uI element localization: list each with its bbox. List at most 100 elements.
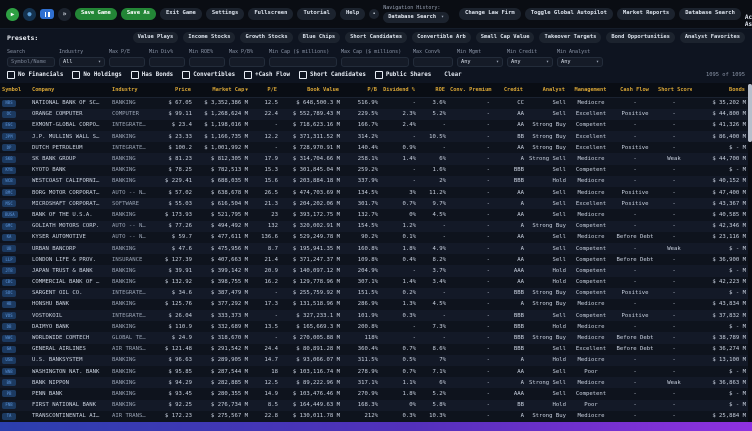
preset-button[interactable]: Short Candidates	[345, 32, 407, 43]
column-header[interactable]: Conv. Premium	[448, 87, 492, 93]
top-action-button[interactable]: Change Law Firm	[459, 8, 521, 21]
symbol-badge[interactable]: BMC	[2, 189, 16, 196]
table-row[interactable]: CBC COMMERCIAL BANK OF … BANKING $ 132.9…	[0, 277, 748, 288]
filter-input[interactable]	[341, 57, 409, 67]
menu-button[interactable]: Help	[340, 8, 365, 21]
table-row[interactable]: OC ORANGE COMPUTER COMPUTER $ 99.11 $ 1,…	[0, 109, 748, 120]
top-action-button[interactable]: Market Reports	[617, 8, 675, 21]
table-row[interactable]: BN BANK NIPPON BANKING $ 94.29 $ 282,885…	[0, 377, 748, 388]
symbol-badge[interactable]: WWC	[2, 335, 16, 342]
symbol-badge[interactable]: WCB	[2, 178, 16, 185]
filter-input[interactable]	[269, 57, 337, 67]
column-header[interactable]: P/B	[342, 87, 380, 93]
table-row[interactable]: BUSA BANK OF THE U.S.A. BANKING $ 173.93…	[0, 209, 748, 220]
table-row[interactable]: WNB WASHINGTON NAT. BANK BANKING $ 95.85…	[0, 366, 748, 377]
table-row[interactable]: GA GENERAL AIRLINES AIR TRANS… $ 121.48 …	[0, 344, 748, 355]
column-header[interactable]: Cash Flow	[614, 87, 656, 93]
table-row[interactable]: KA KYSER AUTOMOTIVE AUTO -- N… $ 59.7 $ …	[0, 232, 748, 243]
filter-checkbox[interactable]: No Financials	[7, 71, 63, 79]
pause-button[interactable]	[40, 9, 54, 19]
table-row[interactable]: PB PENN BANK BANKING $ 93.45 $ 280,355 M…	[0, 388, 748, 399]
play-button[interactable]: ▶	[6, 8, 19, 21]
preset-button[interactable]: Value Plays	[133, 32, 179, 43]
table-row[interactable]: WWC WORLDWIDE COMTECH GLOBAL TE… $ 24.9 …	[0, 332, 748, 343]
symbol-badge[interactable]: CBC	[2, 279, 16, 286]
column-header[interactable]: Bonds	[692, 87, 748, 93]
symbol-badge[interactable]: MSC	[2, 200, 16, 207]
table-row[interactable]: VOS VOSTOKOIL INTEGRATE… $ 26.04 $ 333,3…	[0, 310, 748, 321]
filter-input[interactable]	[149, 57, 185, 67]
table-row[interactable]: DB DAIMYO BANK BANKING $ 110.9 $ 332,689…	[0, 321, 748, 332]
column-header[interactable]: Management	[568, 87, 614, 93]
symbol-badge[interactable]: TA	[2, 413, 16, 420]
top-action-button[interactable]: Toggle Global Autopilot	[525, 8, 613, 21]
symbol-badge[interactable]: GA	[2, 346, 16, 353]
symbol-badge[interactable]: VOS	[2, 312, 16, 319]
filter-checkbox[interactable]: No Holdings	[72, 71, 121, 79]
symbol-badge[interactable]: KYB	[2, 167, 16, 174]
table-scrollbar[interactable]	[748, 83, 752, 422]
symbol-badge[interactable]: FNB	[2, 402, 16, 409]
symbol-badge[interactable]: HB	[2, 301, 16, 308]
symbol-badge[interactable]: KA	[2, 234, 16, 241]
filter-input[interactable]	[413, 57, 453, 67]
symbol-badge[interactable]: DB	[2, 323, 16, 330]
preset-button[interactable]: Blue Chips	[298, 32, 340, 43]
menu-button[interactable]: Tutorial	[297, 8, 336, 21]
symbol-badge[interactable]: WNB	[2, 368, 16, 375]
filter-input[interactable]	[189, 57, 225, 67]
table-row[interactable]: SKB SK BANK GROUP BANKING $ 81.23 $ 812,…	[0, 153, 748, 164]
table-row[interactable]: GMC GOLIATH MOTORS CORP. AUTO -- N… $ 77…	[0, 221, 748, 232]
table-row[interactable]: LLP LONDON LIFE & PROV. INSURANCE $ 127.…	[0, 254, 748, 265]
filter-select[interactable]: Any ▾	[557, 57, 603, 67]
column-header[interactable]: Analyst	[526, 87, 568, 93]
clear-filters-button[interactable]: Clear	[444, 72, 461, 78]
symbol-badge[interactable]: EGC	[2, 122, 16, 129]
filter-checkbox[interactable]: +Cash Flow	[244, 71, 290, 79]
filter-checkbox[interactable]: Convertibles	[182, 71, 235, 79]
symbol-badge[interactable]: OC	[2, 111, 16, 118]
save-button[interactable]: Save Game	[75, 8, 117, 21]
column-header[interactable]: Book Value	[280, 87, 342, 93]
column-header[interactable]: Short Score	[656, 87, 692, 93]
filter-select[interactable]: All ▾	[59, 57, 105, 67]
table-row[interactable]: USB U.S. BANKSYSTEM BANKING $ 96.63 $ 28…	[0, 355, 748, 366]
symbol-badge[interactable]: LLP	[2, 256, 16, 263]
filter-select[interactable]: Any ▾	[507, 57, 553, 67]
nav-dot-button[interactable]: •	[369, 9, 379, 19]
symbol-badge[interactable]: PB	[2, 390, 16, 397]
filter-input[interactable]	[109, 57, 145, 67]
column-header[interactable]: Company	[30, 87, 110, 93]
filter-checkbox[interactable]: Short Candidates	[299, 71, 366, 79]
symbol-badge[interactable]: DP	[2, 144, 16, 151]
filter-input[interactable]	[7, 57, 55, 67]
preset-button[interactable]: Takeover Targets	[539, 32, 601, 43]
column-header[interactable]: Price	[156, 87, 194, 93]
preset-button[interactable]: Income Stocks	[183, 32, 235, 43]
filter-select[interactable]: Any ▾	[457, 57, 503, 67]
column-header[interactable]: P/E	[250, 87, 280, 93]
column-header[interactable]: Industry	[110, 87, 156, 93]
preset-button[interactable]: Bond Opportunities	[606, 32, 674, 43]
preset-button[interactable]: Convertible Arb	[412, 32, 471, 43]
navigation-history-select[interactable]: Database Search ▾	[383, 12, 449, 22]
table-row[interactable]: KYB KYOTO BANK BANKING $ 78.25 $ 782,513…	[0, 165, 748, 176]
save-button[interactable]: Save As	[121, 8, 156, 21]
column-header[interactable]: Market Cap▼	[194, 87, 250, 93]
column-header[interactable]: ROE	[418, 87, 448, 93]
table-row[interactable]: TA TRANSCONTINENTAL AI… AIR TRANS… $ 172…	[0, 411, 748, 422]
column-header[interactable]: Symbol	[0, 87, 30, 93]
table-row[interactable]: MSC MICROSHAFT CORPORAT… SOFTWARE $ 55.0…	[0, 198, 748, 209]
table-row[interactable]: UB URBAN BANCORP BANKING $ 47.6 $ 475,95…	[0, 243, 748, 254]
symbol-badge[interactable]: JPM	[2, 133, 16, 140]
symbol-badge[interactable]: UB	[2, 245, 16, 252]
table-row[interactable]: HB HONSHU BANK BANKING $ 125.76 $ 377,29…	[0, 299, 748, 310]
filter-checkbox[interactable]: Public Shares	[375, 71, 431, 79]
symbol-badge[interactable]: NBS	[2, 100, 16, 107]
filter-input[interactable]	[229, 57, 265, 67]
column-header[interactable]: Dividend %	[380, 87, 418, 93]
table-row[interactable]: WCB WESTCOAST CALIFORNI… BANKING $ 229.4…	[0, 176, 748, 187]
preset-button[interactable]: Analyst Favorites	[680, 32, 745, 43]
symbol-badge[interactable]: BN	[2, 379, 16, 386]
top-action-button[interactable]: Database Search	[679, 8, 741, 21]
